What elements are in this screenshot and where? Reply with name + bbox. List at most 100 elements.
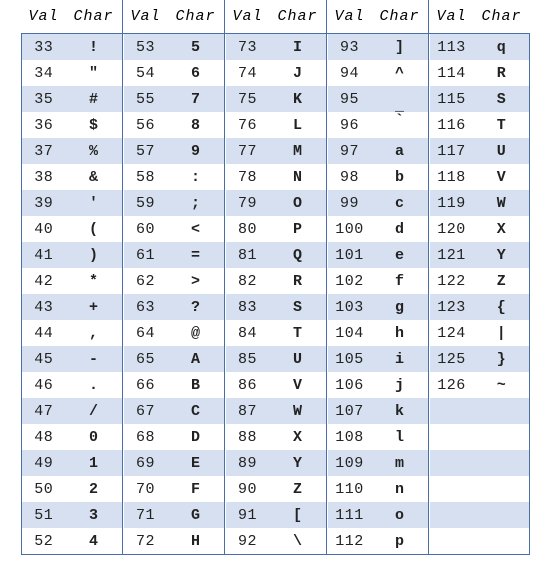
cell-value: 101 <box>327 242 372 268</box>
table-row: 51 3 71 G 91[111 o <box>21 502 530 528</box>
ascii-character-table: Val Char Val Char Val Char Val Char Val Char 33! 5… <box>21 0 530 555</box>
cell-value: 62 <box>123 268 168 294</box>
cell-value: 111 <box>327 502 372 528</box>
cell-char: 2 <box>65 476 122 502</box>
cell-char: < <box>167 216 224 242</box>
cell-char: 6 <box>167 60 224 86</box>
cell-char: c <box>371 190 428 216</box>
cell-value: 55 <box>123 86 168 112</box>
cell-char: Y <box>473 242 530 268</box>
cell-value: 46 <box>21 372 66 398</box>
cell-value: 90 <box>225 476 270 502</box>
cell-value: 115 <box>429 86 474 112</box>
cell-char: O <box>269 190 326 216</box>
cell-char: G <box>167 502 224 528</box>
cell-value: 122 <box>429 268 474 294</box>
cell-value: 94 <box>327 60 372 86</box>
cell-char: 4 <box>65 528 122 555</box>
cell-char: K <box>269 86 326 112</box>
cell-char: : <box>167 164 224 190</box>
cell-char: R <box>473 60 530 86</box>
cell-char: S <box>473 86 530 112</box>
cell-char: U <box>473 138 530 164</box>
header-row: Val Char Val Char Val Char Val Char Val Char <box>21 0 530 34</box>
header-char-0: Char <box>65 0 122 34</box>
cell-value: 86 <box>225 372 270 398</box>
cell-char: = <box>167 242 224 268</box>
cell-value: 45 <box>21 346 66 372</box>
cell-char: R <box>269 268 326 294</box>
cell-char <box>473 424 530 450</box>
cell-char: ] <box>371 33 428 60</box>
table-row: 40(60 <80 P 100 d 120 X <box>21 216 530 242</box>
cell-value: 104 <box>327 320 372 346</box>
cell-char: X <box>473 216 530 242</box>
cell-char: / <box>65 398 122 424</box>
cell-value: 60 <box>123 216 168 242</box>
cell-char: j <box>371 372 428 398</box>
cell-value: 50 <box>21 476 66 502</box>
cell-char: M <box>269 138 326 164</box>
cell-value: 71 <box>123 502 168 528</box>
cell-value: 48 <box>21 424 66 450</box>
cell-char: k <box>371 398 428 424</box>
cell-char: Q <box>269 242 326 268</box>
cell-char <box>473 502 530 528</box>
table-row: 47/67 C 87 W 107 k <box>21 398 530 424</box>
cell-value: 70 <box>123 476 168 502</box>
cell-value: 113 <box>429 33 474 60</box>
cell-char: $ <box>65 112 122 138</box>
cell-char: Z <box>473 268 530 294</box>
cell-value: 121 <box>429 242 474 268</box>
cell-value: 39 <box>21 190 66 216</box>
table-row: 49 1 69 E 89 Y 109 m <box>21 450 530 476</box>
cell-char: T <box>473 112 530 138</box>
cell-char: * <box>65 268 122 294</box>
cell-char: ~ <box>473 372 530 398</box>
cell-value: 78 <box>225 164 270 190</box>
cell-char: [ <box>269 502 326 528</box>
cell-char: ? <box>167 294 224 320</box>
header-val-4: Val <box>429 0 474 34</box>
cell-char: # <box>65 86 122 112</box>
backtick-glyph: ` <box>394 112 404 129</box>
cell-value: 44 <box>21 320 66 346</box>
cell-char: 0 <box>65 424 122 450</box>
cell-value: 89 <box>225 450 270 476</box>
header-char-1: Char <box>167 0 224 34</box>
cell-value: 97 <box>327 138 372 164</box>
cell-char: 9 <box>167 138 224 164</box>
cell-char: p <box>371 528 428 555</box>
cell-char: % <box>65 138 122 164</box>
cell-value: 36 <box>21 112 66 138</box>
table-row: 42 * 62 >82 R 102 f 122 Z <box>21 268 530 294</box>
cell-value: 66 <box>123 372 168 398</box>
cell-char: N <box>269 164 326 190</box>
cell-value <box>429 476 474 502</box>
cell-char: ( <box>65 216 122 242</box>
cell-value: 88 <box>225 424 270 450</box>
cell-value: 98 <box>327 164 372 190</box>
cell-value <box>429 450 474 476</box>
table-row: 48 0 68 D 88 X 108 l <box>21 424 530 450</box>
cell-value: 118 <box>429 164 474 190</box>
cell-char: 1 <box>65 450 122 476</box>
cell-char: W <box>269 398 326 424</box>
cell-char: W <box>473 190 530 216</box>
cell-value: 124 <box>429 320 474 346</box>
cell-char: , <box>65 320 122 346</box>
cell-char: f <box>371 268 428 294</box>
cell-value <box>429 424 474 450</box>
cell-value: 81 <box>225 242 270 268</box>
cell-value: 41 <box>21 242 66 268</box>
table-row: 36 $56 8 76 L 96 ` 116 T <box>21 112 530 138</box>
cell-value: 99 <box>327 190 372 216</box>
cell-value: 54 <box>123 60 168 86</box>
ascii-table-container: Val Char Val Char Val Char Val Char Val Char 33! 5… <box>0 0 546 562</box>
cell-value: 47 <box>21 398 66 424</box>
cell-value: 35 <box>21 86 66 112</box>
cell-value: 69 <box>123 450 168 476</box>
cell-char: F <box>167 476 224 502</box>
cell-value: 106 <box>327 372 372 398</box>
cell-value: 42 <box>21 268 66 294</box>
